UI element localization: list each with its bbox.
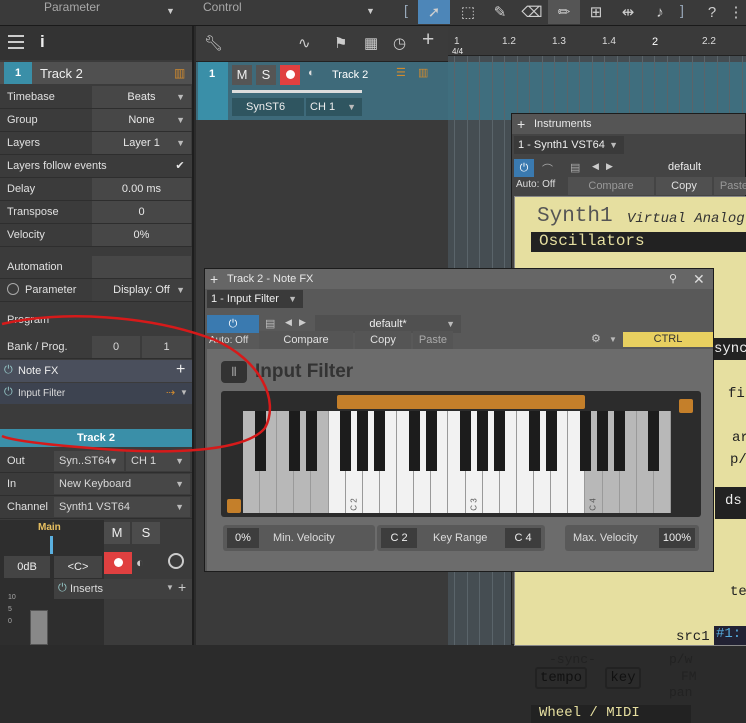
- wheel-midi-header: Wheel / MIDI: [531, 705, 691, 723]
- pan-label: pan: [669, 685, 693, 700]
- pw-label: p/w: [669, 652, 693, 667]
- annotation-stroke: [1, 315, 272, 453]
- key-button[interactable]: key: [605, 667, 641, 689]
- sync-label: -sync-: [549, 652, 596, 667]
- tempo-button[interactable]: tempo: [535, 667, 587, 689]
- wheel-midi-label: Wheel / MIDI: [539, 705, 640, 721]
- fm-label: FM: [681, 669, 697, 684]
- red-annotation-circle: [1, 315, 272, 453]
